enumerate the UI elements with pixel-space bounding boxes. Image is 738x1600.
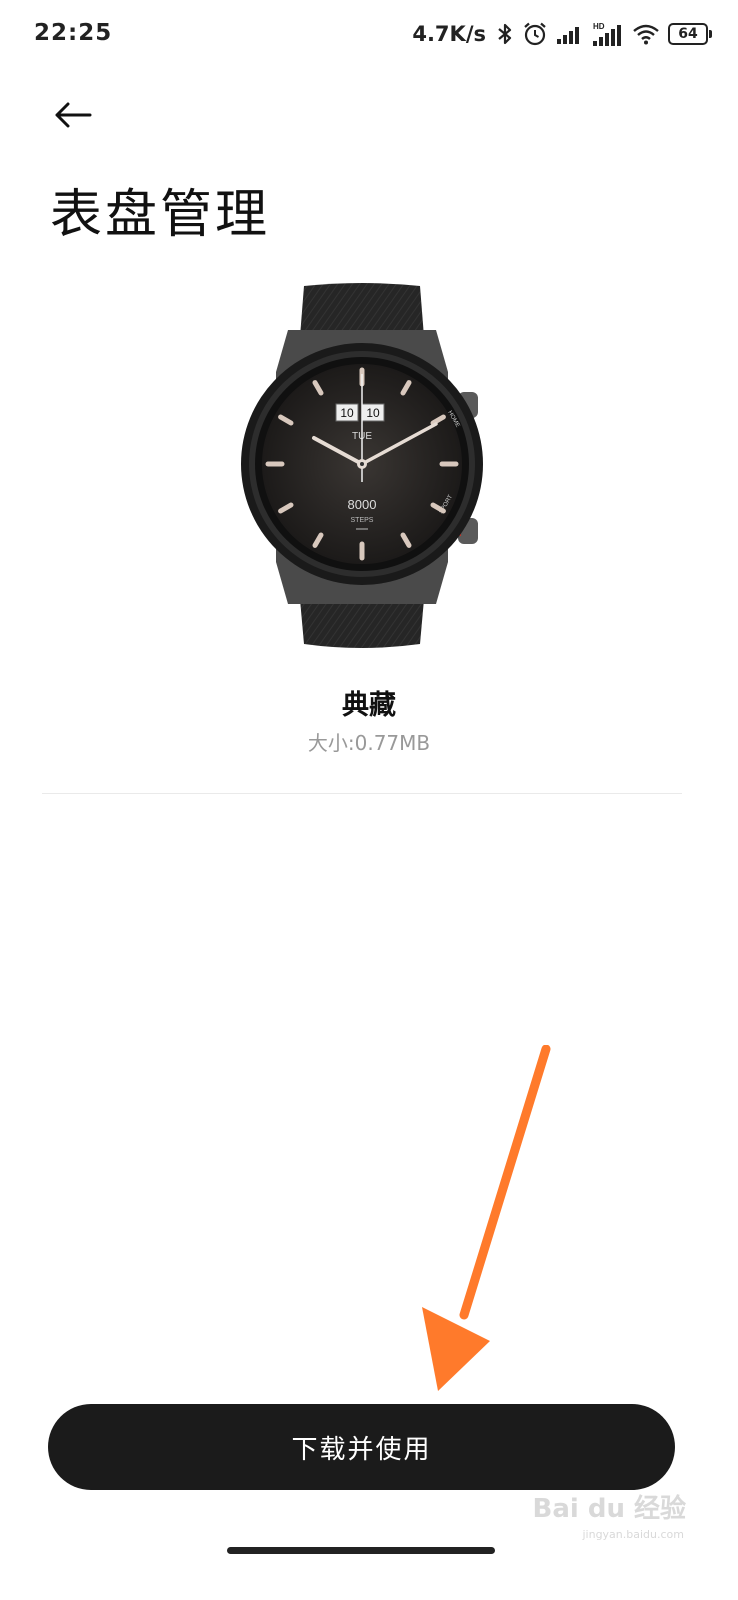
watch-face-size: 大小:0.77MB	[307, 731, 431, 755]
watermark-logo: Bai du 经验	[532, 1494, 687, 1524]
status-time: 22:25	[34, 20, 113, 46]
signal-icon	[557, 27, 579, 44]
download-and-use-button[interactable]: 下载并使用	[48, 1404, 675, 1490]
page-title: 表盘管理	[50, 185, 271, 245]
home-indicator[interactable]	[227, 1547, 495, 1554]
status-icons: 4.7K/s HD 64	[412, 18, 712, 50]
back-button[interactable]	[48, 92, 98, 138]
status-bar: 22:25 4.7K/s HD 64	[0, 0, 738, 70]
svg-text:HD: HD	[593, 22, 605, 31]
watch-date-day-1: 10	[340, 406, 354, 420]
battery-icon: 64	[668, 23, 712, 45]
network-speed: 4.7K/s	[412, 22, 486, 46]
watch-face-preview: HOME SPORT 10 10 TUE 8000 STEPS	[241, 283, 483, 648]
watermark-url: jingyan.baidu.com	[582, 1528, 684, 1541]
battery-level: 64	[668, 23, 708, 45]
watch-face-name: 典藏	[342, 690, 396, 721]
divider	[42, 793, 682, 794]
wifi-icon	[633, 24, 659, 45]
watch-steps-value: 8000	[348, 497, 377, 512]
annotation-arrow-icon	[422, 1045, 551, 1391]
watch-steps-label: STEPS	[351, 517, 374, 524]
bluetooth-icon	[498, 23, 512, 45]
alarm-icon	[524, 22, 546, 46]
arrow-left-icon	[55, 102, 92, 128]
hd-signal-icon: HD	[593, 22, 621, 46]
watch-date-day-2: 10	[366, 406, 380, 420]
